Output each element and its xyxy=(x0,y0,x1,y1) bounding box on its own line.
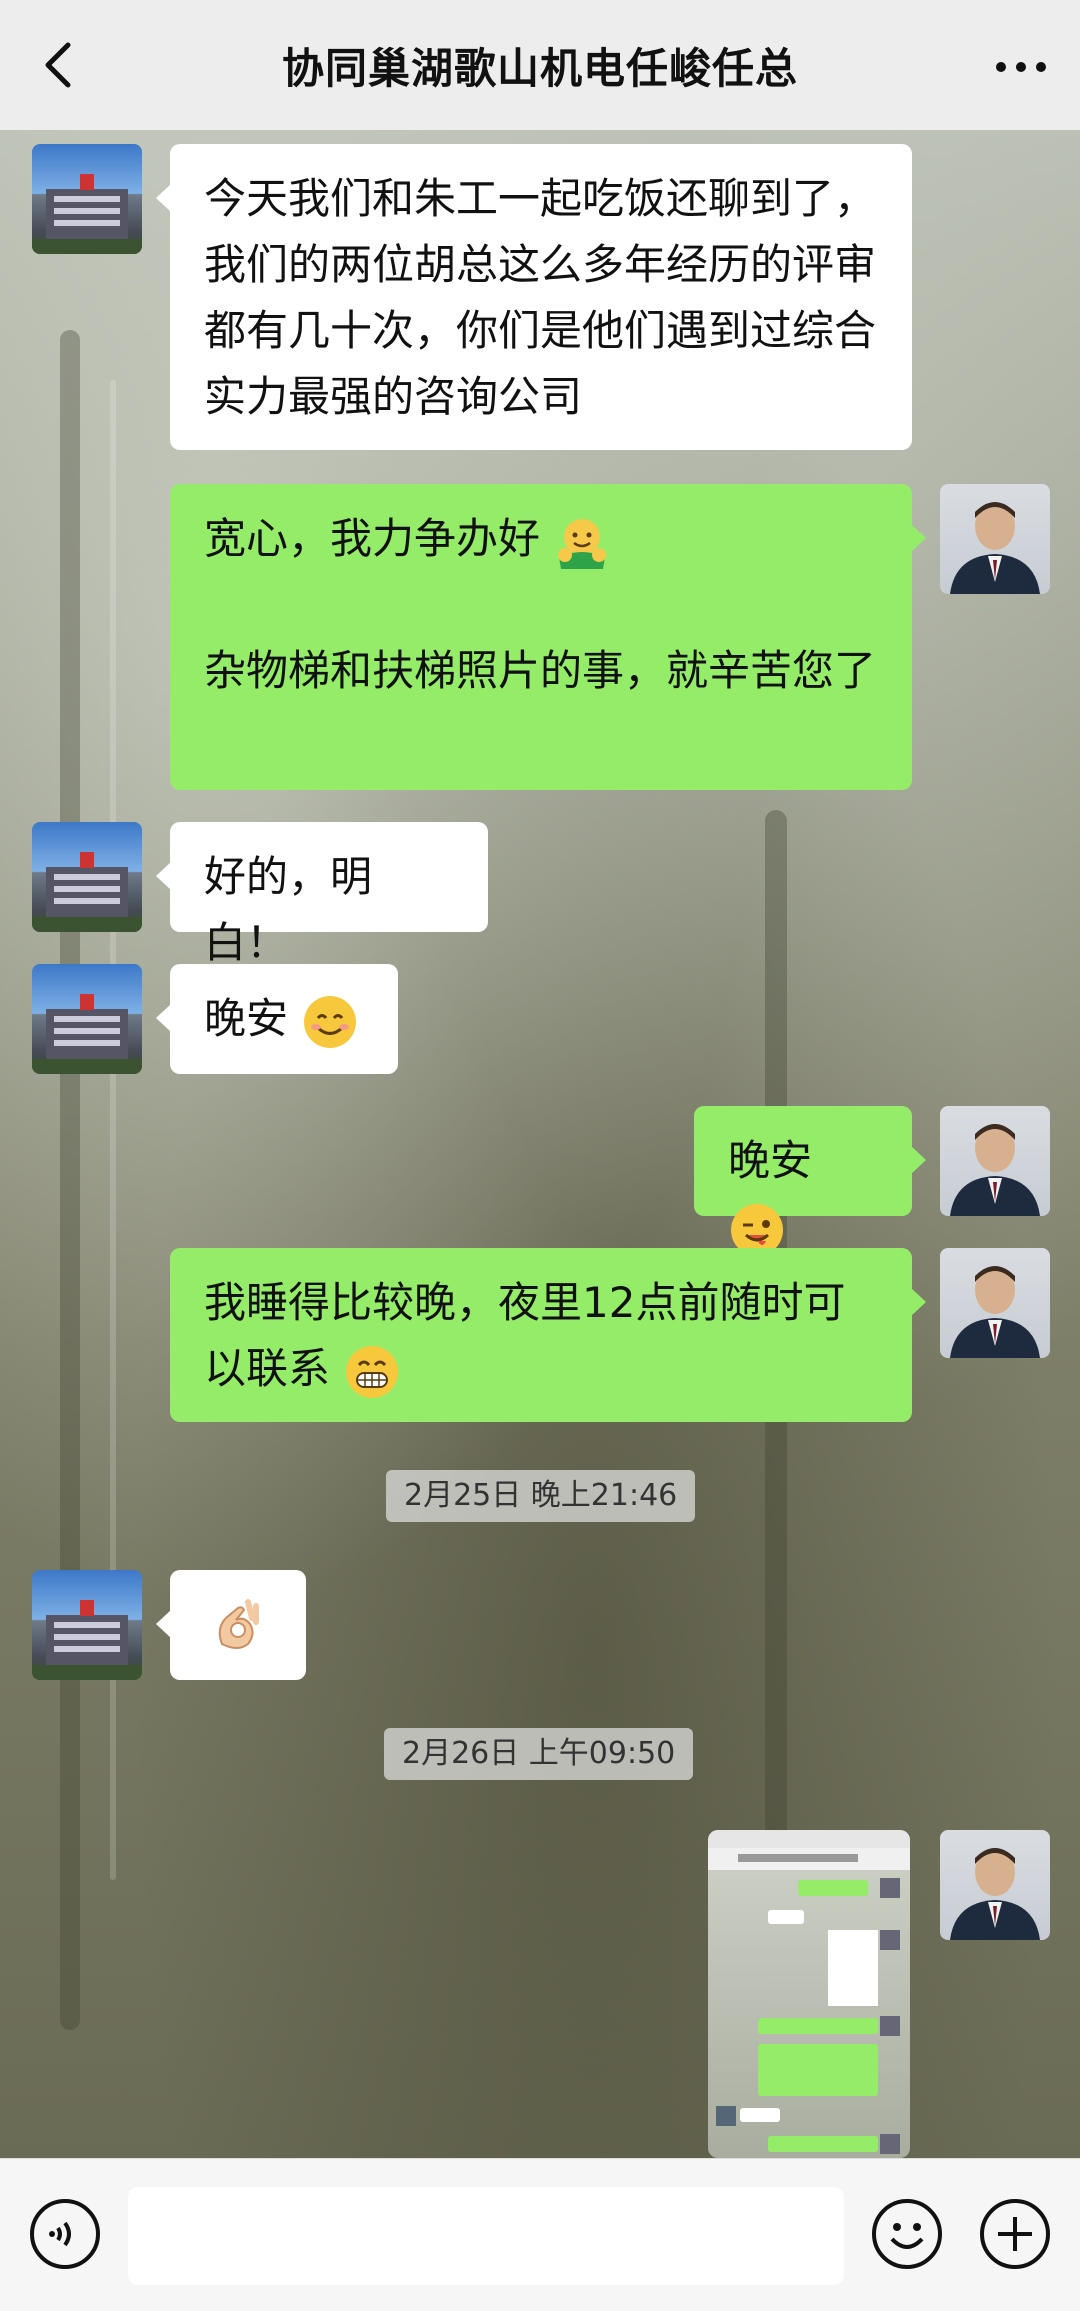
more-dots-icon[interactable] xyxy=(986,35,1056,95)
hug-emoji xyxy=(558,518,607,569)
image-message-thumbnail[interactable] xyxy=(708,1830,910,2158)
building-avatar-image xyxy=(32,852,142,932)
chat-title: 协同巢湖歌山机电任峻任总 xyxy=(281,43,798,93)
person-avatar-image xyxy=(950,1124,1040,1216)
my-avatar[interactable] xyxy=(940,1106,1050,1216)
contact-avatar[interactable] xyxy=(32,822,142,932)
grin-emoji xyxy=(346,1345,399,1398)
building-avatar-image xyxy=(32,1600,142,1680)
message-text: 我睡得比较晚，夜里12点前随时可以联系 xyxy=(204,1278,846,1393)
message-text: 今天我们和朱工一起吃饭还聊到了，我们的两位胡总这么多年经历的评审都有几十次，你们… xyxy=(204,174,877,421)
message-text: 宽心，我力争办好 xyxy=(204,514,541,563)
person-avatar-image xyxy=(950,502,1040,594)
message-bubble[interactable] xyxy=(156,1570,306,1680)
message-bubble[interactable]: 晚安 xyxy=(694,1106,926,1256)
smile-emoji xyxy=(304,995,357,1048)
person-avatar-image xyxy=(950,1848,1040,1940)
ok-hand-emoji xyxy=(218,1599,259,1649)
message-text: 晚安 xyxy=(204,994,289,1043)
message-bubble[interactable]: 我睡得比较晚，夜里12点前随时可以联系 xyxy=(170,1248,926,1422)
message-bubble[interactable]: 晚安 xyxy=(156,964,398,1074)
building-avatar-image xyxy=(32,174,142,254)
contact-avatar[interactable] xyxy=(32,1570,142,1680)
screenshot-thumbnail-image xyxy=(708,1830,910,2154)
message-input[interactable] xyxy=(128,2187,844,2285)
timestamp: 2月26日 上午09:50 xyxy=(384,1728,694,1780)
voice-icon[interactable] xyxy=(28,2197,102,2271)
contact-avatar[interactable] xyxy=(32,964,142,1074)
chat-header: 协同巢湖歌山机电任峻任总 xyxy=(0,0,1080,130)
emoji-icon[interactable] xyxy=(870,2197,944,2271)
person-avatar-image xyxy=(950,1266,1040,1358)
message-bubble[interactable]: 好的，明白！ xyxy=(156,822,488,967)
my-avatar[interactable] xyxy=(940,1830,1050,1940)
timestamp: 2月25日 晚上21:46 xyxy=(386,1470,696,1522)
contact-avatar[interactable] xyxy=(32,144,142,254)
background-streak xyxy=(60,330,80,2030)
plus-icon[interactable] xyxy=(978,2197,1052,2271)
message-text: 杂物梯和扶梯照片的事，就辛苦您了 xyxy=(204,646,877,695)
my-avatar[interactable] xyxy=(940,484,1050,594)
my-avatar[interactable] xyxy=(940,1248,1050,1358)
message-bubble[interactable]: 今天我们和朱工一起吃饭还聊到了，我们的两位胡总这么多年经历的评审都有几十次，你们… xyxy=(156,144,912,450)
message-bubble[interactable]: 宽心，我力争办好 杂物梯和扶梯照片的事，就辛苦您了 xyxy=(170,484,926,790)
input-toolbar xyxy=(0,2158,1080,2311)
chevron-left-icon[interactable] xyxy=(30,35,90,95)
building-avatar-image xyxy=(32,994,142,1074)
message-line: 宽心，我力争办好 xyxy=(204,506,878,572)
message-text: 晚安 xyxy=(728,1136,813,1185)
